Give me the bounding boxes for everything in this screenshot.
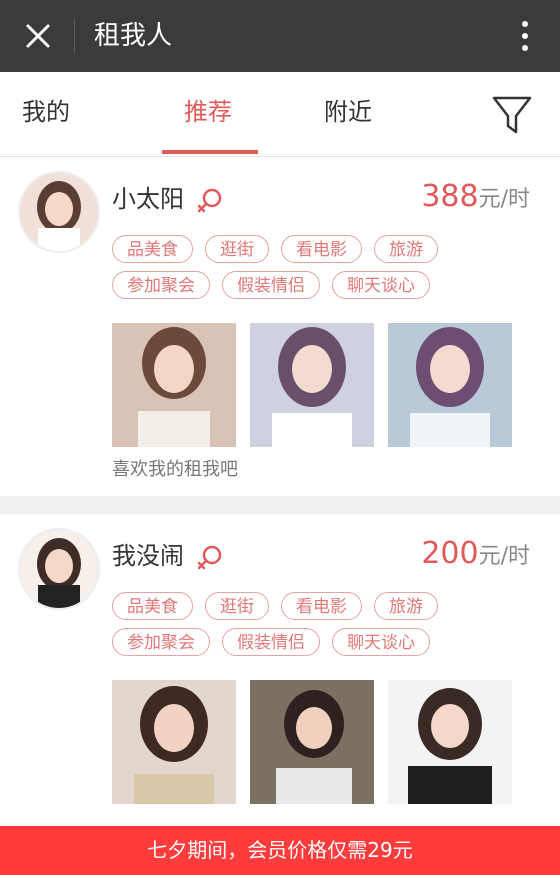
tab-mine[interactable]: 我的 <box>22 96 70 128</box>
tag: 参加聚会 <box>112 628 210 656</box>
card-separator <box>0 496 560 514</box>
promo-banner[interactable]: 七夕期间，会员价格仅需29元 <box>0 826 560 875</box>
tag: 聊天谈心 <box>332 628 430 656</box>
profile-card-1[interactable]: 小太阳 388元/时 品美食 逛街 看电影 旅游 参加聚会 假装情侣 聊天谈心 喜欢我的租… <box>0 157 560 496</box>
price-unit: 元/时 <box>478 187 530 212</box>
profile-name: 小太阳 <box>112 185 184 213</box>
photo-thumbnail[interactable] <box>388 323 512 447</box>
photo-thumbnail[interactable] <box>250 323 374 447</box>
price-unit: 元/时 <box>478 544 530 569</box>
photo-thumbnail[interactable] <box>112 323 236 447</box>
top-bar: 租我人 <box>0 0 560 72</box>
female-icon <box>197 545 222 570</box>
tag: 品美食 <box>112 592 193 620</box>
photo-thumbnail[interactable] <box>388 680 512 804</box>
active-tab-indicator <box>162 150 258 154</box>
price-value: 200 <box>421 536 479 571</box>
photo-thumbnail[interactable] <box>112 680 236 804</box>
female-icon <box>197 188 222 213</box>
tag: 假装情侣 <box>222 271 320 299</box>
tab-nearby[interactable]: 附近 <box>324 96 372 128</box>
tag: 逛街 <box>205 235 269 263</box>
profile-card-2[interactable]: 我没闹 200元/时 品美食 逛街 看电影 旅游 参加聚会 假装情侣 聊天谈心 <box>0 514 560 826</box>
tag: 旅游 <box>374 235 438 263</box>
tag: 旅游 <box>374 592 438 620</box>
profile-name: 我没闹 <box>112 542 184 570</box>
price-value: 388 <box>421 179 479 214</box>
avatar[interactable] <box>18 528 100 610</box>
price: 388元/时 <box>421 179 530 219</box>
tag: 聊天谈心 <box>332 271 430 299</box>
profile-caption: 喜欢我的租我吧 <box>112 459 238 480</box>
interest-tags: 品美食 逛街 看电影 旅游 参加聚会 假装情侣 聊天谈心 <box>112 235 492 307</box>
more-options-icon[interactable] <box>520 18 530 54</box>
tag: 品美食 <box>112 235 193 263</box>
tag: 假装情侣 <box>222 628 320 656</box>
tag: 看电影 <box>281 592 362 620</box>
page-title: 租我人 <box>94 21 173 51</box>
tab-recommend[interactable]: 推荐 <box>184 96 232 128</box>
tag: 看电影 <box>281 235 362 263</box>
tag: 参加聚会 <box>112 271 210 299</box>
tab-bar: 我的 推荐 附近 <box>0 72 560 157</box>
title-divider <box>74 18 75 54</box>
close-icon[interactable] <box>20 18 56 54</box>
photo-thumbnail[interactable] <box>250 680 374 804</box>
tag: 逛街 <box>205 592 269 620</box>
filter-icon[interactable] <box>490 92 534 138</box>
price: 200元/时 <box>421 536 530 576</box>
avatar[interactable] <box>18 171 100 253</box>
interest-tags: 品美食 逛街 看电影 旅游 参加聚会 假装情侣 聊天谈心 <box>112 592 492 664</box>
